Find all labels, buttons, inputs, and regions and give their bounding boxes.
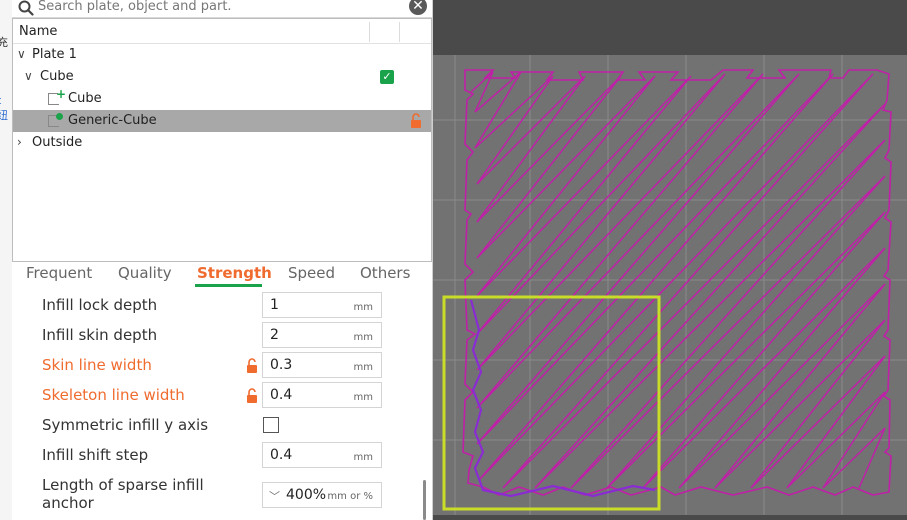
- toolpath-preview-canvas[interactable]: [433, 0, 907, 520]
- symmetric-infill-y-axis-checkbox[interactable]: [263, 417, 279, 433]
- tab-quality[interactable]: Quality: [118, 264, 172, 282]
- sparse-infill-anchor-combo[interactable]: ﹀ 400% mm or %: [262, 482, 382, 508]
- unlocked-lock-icon[interactable]: [245, 357, 259, 375]
- field-value[interactable]: 0.4: [270, 447, 292, 463]
- setting-label-infill-lock-depth: Infill lock depth: [42, 296, 158, 314]
- field-unit: mm: [353, 302, 373, 313]
- tree-row-modifier[interactable]: Generic-Cube: [13, 110, 431, 132]
- visibility-checkbox[interactable]: ✓: [380, 70, 394, 84]
- tree-header: Name: [13, 19, 431, 44]
- search-placeholder[interactable]: Search plate, object and part.: [38, 0, 232, 14]
- field-value[interactable]: 2: [270, 327, 279, 343]
- infill-lock-depth-input[interactable]: 1 mm: [262, 292, 382, 318]
- search-icon: [18, 0, 34, 20]
- object-tree-panel: Name ∨ Plate 1 ∨ Cube ✓ + Cube Generic-C…: [12, 18, 432, 262]
- tab-speed[interactable]: Speed: [288, 264, 335, 282]
- tree-row-label: Generic-Cube: [68, 113, 157, 128]
- tab-frequent[interactable]: Frequent: [26, 264, 92, 282]
- tree-row-plate[interactable]: ∨ Plate 1: [13, 44, 431, 66]
- field-unit: mm: [353, 332, 373, 343]
- setting-label-infill-skin-depth: Infill skin depth: [42, 326, 158, 344]
- setting-label-infill-shift-step: Infill shift step: [42, 446, 149, 464]
- modifier-dot-icon: [56, 113, 63, 120]
- field-unit: mm or %: [327, 491, 373, 502]
- field-value[interactable]: 1: [270, 297, 279, 313]
- tree-row-label: Cube: [40, 69, 74, 84]
- tree-row-label: Cube: [68, 91, 102, 106]
- strength-settings-list: Infill lock depth 1 mm Infill skin depth…: [12, 288, 432, 520]
- chevron-down-icon[interactable]: ∨: [24, 69, 33, 83]
- chevron-down-icon[interactable]: ∨: [17, 47, 26, 61]
- build-plate: [433, 55, 907, 515]
- 3d-preview-viewport[interactable]: [433, 0, 907, 520]
- tree-row-object[interactable]: ∨ Cube ✓: [13, 66, 431, 88]
- field-value[interactable]: 0.3: [270, 357, 292, 373]
- field-unit: mm: [353, 452, 373, 463]
- column-separator: [399, 22, 400, 42]
- field-unit: mm: [353, 392, 373, 403]
- field-value[interactable]: 400%: [286, 487, 326, 503]
- tab-others[interactable]: Others: [360, 264, 410, 282]
- field-value[interactable]: 0.4: [270, 387, 292, 403]
- left-toolbar-edge: 充 t 纽: [0, 0, 12, 520]
- field-unit: mm: [353, 362, 373, 373]
- setting-label-symmetric-infill-y-axis: Symmetric infill y axis: [42, 416, 209, 434]
- plus-icon: +: [56, 87, 67, 101]
- cut-off-glyph: t 纽: [0, 94, 8, 122]
- skeleton-line-width-input[interactable]: 0.4 mm: [262, 382, 382, 408]
- settings-scrollbar[interactable]: [423, 480, 426, 520]
- column-separator: [369, 22, 370, 42]
- active-tab-indicator: [195, 284, 262, 287]
- unlocked-lock-icon[interactable]: [245, 387, 259, 405]
- unlocked-lock-icon[interactable]: [409, 112, 423, 130]
- setting-label-skin-line-width: Skin line width: [42, 356, 152, 374]
- infill-shift-step-input[interactable]: 0.4 mm: [262, 442, 382, 468]
- tree-row-label: Outside: [32, 135, 83, 150]
- infill-skin-depth-input[interactable]: 2 mm: [262, 322, 382, 348]
- chevron-down-icon[interactable]: ﹀: [269, 488, 280, 504]
- clear-search-icon[interactable]: ✕: [409, 0, 427, 15]
- object-search-bar[interactable]: Search plate, object and part. ✕: [12, 0, 432, 18]
- chevron-right-icon[interactable]: ›: [17, 135, 22, 149]
- setting-label-skeleton-line-width: Skeleton line width: [42, 386, 185, 404]
- tree-row-outside[interactable]: › Outside: [13, 132, 431, 154]
- setting-label-sparse-infill-anchor: Length of sparse infill anchor: [42, 476, 204, 512]
- tree-row-label: Plate 1: [32, 47, 77, 62]
- tree-row-part[interactable]: + Cube: [13, 87, 431, 110]
- tab-strength[interactable]: Strength: [197, 264, 272, 282]
- settings-tab-bar: Frequent Quality Strength Speed Others: [12, 262, 432, 288]
- column-name-header[interactable]: Name: [19, 24, 57, 39]
- cut-off-glyph: 充: [0, 36, 8, 49]
- skin-line-width-input[interactable]: 0.3 mm: [262, 352, 382, 378]
